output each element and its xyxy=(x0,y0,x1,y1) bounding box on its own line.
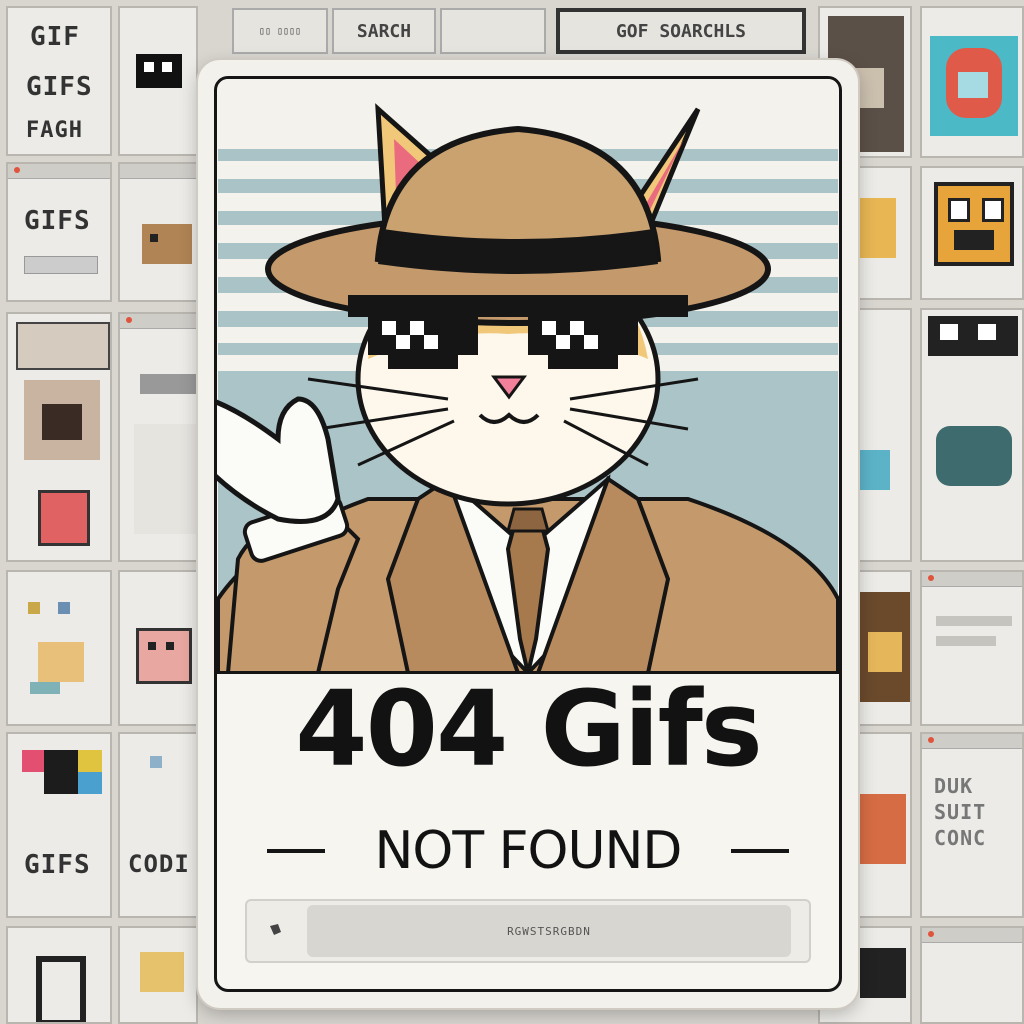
bg-search-field xyxy=(440,8,546,54)
bg-tile xyxy=(920,166,1024,300)
bg-tile-label: FAGH xyxy=(26,118,83,143)
bg-tile: GIFS xyxy=(6,732,112,918)
bg-search-title: GOF SOARCHLS xyxy=(556,8,806,54)
bg-tile xyxy=(920,926,1024,1024)
detective-cat-illustration xyxy=(217,79,839,673)
bg-tile xyxy=(118,162,198,302)
bg-tile xyxy=(920,570,1024,726)
bg-tile: DUK SUIT CONC xyxy=(920,732,1024,918)
bg-search-button: SARCH xyxy=(332,8,436,54)
bg-tile-label: CONC xyxy=(934,826,987,850)
bg-search-field: ▯▯ ▯▯▯▯ xyxy=(232,8,328,54)
search-bar[interactable]: RGWSTSRGBDN xyxy=(245,899,811,963)
bg-tile: CODI xyxy=(118,732,198,918)
bg-tile-label: GIFS xyxy=(24,206,91,236)
subtitle-row: NOT FOUND xyxy=(217,821,839,881)
search-input[interactable]: RGWSTSRGBDN xyxy=(307,905,791,957)
bg-tile xyxy=(920,308,1024,562)
bg-tile xyxy=(118,312,198,562)
bg-tile-label: GIFS xyxy=(24,850,91,880)
bg-tile-label: GIF xyxy=(30,22,80,52)
bg-tile xyxy=(118,6,198,156)
bg-tile-label: DUK xyxy=(934,774,974,798)
error-headline: 404 Gifs xyxy=(295,668,762,790)
bg-tile-label: SUIT xyxy=(934,800,987,824)
divider-left xyxy=(267,849,325,853)
search-icon[interactable] xyxy=(269,923,283,937)
bg-tile-label: CODI xyxy=(128,850,190,878)
divider-right xyxy=(731,849,789,853)
bg-tile xyxy=(6,570,112,726)
error-subtitle: NOT FOUND xyxy=(374,821,683,881)
bg-tile xyxy=(6,312,112,562)
bg-tile xyxy=(118,570,198,726)
bg-tile: GIFS xyxy=(6,162,112,302)
bg-tile: GIF GIFS FAGH xyxy=(6,6,112,156)
bg-tile xyxy=(6,926,112,1024)
error-card: 404 Gifs NOT FOUND RGWSTSRGBDN xyxy=(198,60,858,1008)
bg-tile-label: GIFS xyxy=(26,72,93,102)
bg-tile xyxy=(920,6,1024,158)
bg-tile xyxy=(118,926,198,1024)
error-card-frame: 404 Gifs NOT FOUND RGWSTSRGBDN xyxy=(214,76,842,992)
